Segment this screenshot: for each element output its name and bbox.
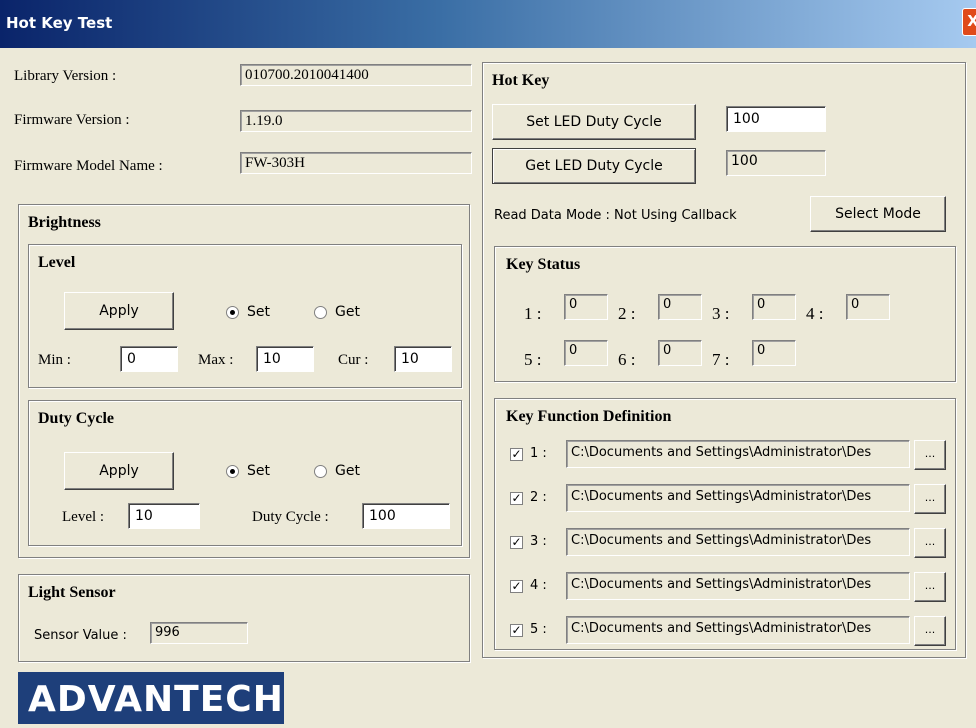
firmware-version-label: Firmware Version :: [14, 112, 130, 128]
level-title: Level: [38, 254, 76, 271]
level-max-field[interactable]: 10: [256, 346, 314, 372]
title-bar: [0, 0, 976, 48]
window-title: Hot Key Test: [6, 14, 113, 32]
get-led-duty-button[interactable]: Get LED Duty Cycle: [492, 148, 696, 184]
set-led-duty-button[interactable]: Set LED Duty Cycle: [492, 104, 696, 140]
key-4-label: 4 :: [530, 578, 547, 593]
key-5-checkbox[interactable]: ✓: [510, 624, 523, 637]
level-get-radio[interactable]: Get: [314, 304, 360, 320]
duty-level-label: Level :: [62, 509, 105, 525]
key-5-browse-button[interactable]: ...: [914, 616, 946, 646]
key-3-checkbox[interactable]: ✓: [510, 536, 523, 549]
key-3-browse-button[interactable]: ...: [914, 528, 946, 558]
key-2-browse-button[interactable]: ...: [914, 484, 946, 514]
radio-unselected-icon: [314, 305, 327, 319]
key-status-title: Key Status: [506, 256, 581, 273]
key-status-label-3: 3 :: [712, 304, 730, 323]
key-2-path-field: C:\Documents and Settings\Administrator\…: [566, 484, 910, 512]
level-min-field[interactable]: 0: [120, 346, 178, 372]
advantech-logo: ADVANTECH: [18, 672, 284, 724]
key-2-label: 2 :: [530, 490, 547, 505]
sensor-value-field: 996: [150, 622, 248, 644]
duty-cycle-title: Duty Cycle: [38, 410, 114, 427]
library-version-field: 010700.2010041400: [240, 64, 472, 86]
duty-cycle-label: Duty Cycle :: [252, 509, 329, 525]
key-function-group: [494, 398, 956, 650]
level-min-label: Min :: [38, 352, 71, 368]
select-mode-button[interactable]: Select Mode: [810, 196, 946, 232]
level-set-radio[interactable]: Set: [226, 304, 270, 320]
key-status-label-5: 5 :: [524, 350, 542, 369]
read-data-mode-text: Read Data Mode : Not Using Callback: [494, 208, 737, 223]
key-1-browse-button[interactable]: ...: [914, 440, 946, 470]
key-4-browse-button[interactable]: ...: [914, 572, 946, 602]
duty-level-field[interactable]: 10: [128, 503, 200, 529]
key-status-label-2: 2 :: [618, 304, 636, 323]
key-status-field-3: 0: [752, 294, 796, 320]
sensor-value-label: Sensor Value :: [34, 628, 127, 643]
key-5-label: 5 :: [530, 622, 547, 637]
radio-selected-icon: [226, 305, 239, 319]
key-status-field-2: 0: [658, 294, 702, 320]
level-cur-label: Cur :: [338, 352, 369, 368]
firmware-model-field: FW-303H: [240, 152, 472, 174]
level-apply-button[interactable]: Apply: [64, 292, 174, 330]
key-4-path-field: C:\Documents and Settings\Administrator\…: [566, 572, 910, 600]
key-1-path-field: C:\Documents and Settings\Administrator\…: [566, 440, 910, 468]
close-button[interactable]: X: [962, 8, 976, 36]
level-get-label: Get: [335, 304, 360, 320]
level-max-label: Max :: [198, 352, 234, 368]
key-status-field-5: 0: [564, 340, 608, 366]
radio-selected-icon: [226, 464, 239, 478]
key-status-field-1: 0: [564, 294, 608, 320]
duty-get-label: Get: [335, 463, 360, 479]
get-led-duty-field: 100: [726, 150, 826, 176]
library-version-label: Library Version :: [14, 68, 117, 84]
key-2-checkbox[interactable]: ✓: [510, 492, 523, 505]
key-status-field-6: 0: [658, 340, 702, 366]
duty-set-radio[interactable]: Set: [226, 463, 270, 479]
key-5-path-field: C:\Documents and Settings\Administrator\…: [566, 616, 910, 644]
duty-get-radio[interactable]: Get: [314, 463, 360, 479]
firmware-model-label: Firmware Model Name :: [14, 158, 163, 174]
level-set-label: Set: [247, 304, 270, 320]
key-function-title: Key Function Definition: [506, 408, 672, 425]
level-cur-field[interactable]: 10: [394, 346, 452, 372]
key-4-checkbox[interactable]: ✓: [510, 580, 523, 593]
brightness-title: Brightness: [28, 214, 101, 231]
duty-set-label: Set: [247, 463, 270, 479]
key-status-label-6: 6 :: [618, 350, 636, 369]
key-1-checkbox[interactable]: ✓: [510, 448, 523, 461]
key-3-label: 3 :: [530, 534, 547, 549]
set-led-duty-field[interactable]: 100: [726, 106, 826, 132]
duty-apply-button[interactable]: Apply: [64, 452, 174, 490]
key-status-label-4: 4 :: [806, 304, 824, 323]
hotkey-title: Hot Key: [492, 72, 550, 89]
light-sensor-title: Light Sensor: [28, 584, 116, 601]
key-status-field-4: 0: [846, 294, 890, 320]
key-3-path-field: C:\Documents and Settings\Administrator\…: [566, 528, 910, 556]
key-1-label: 1 :: [530, 446, 547, 461]
key-status-field-7: 0: [752, 340, 796, 366]
key-status-label-1: 1 :: [524, 304, 542, 323]
firmware-version-field: 1.19.0: [240, 110, 472, 132]
key-status-label-7: 7 :: [712, 350, 730, 369]
radio-unselected-icon: [314, 464, 327, 478]
duty-cycle-field[interactable]: 100: [362, 503, 450, 529]
